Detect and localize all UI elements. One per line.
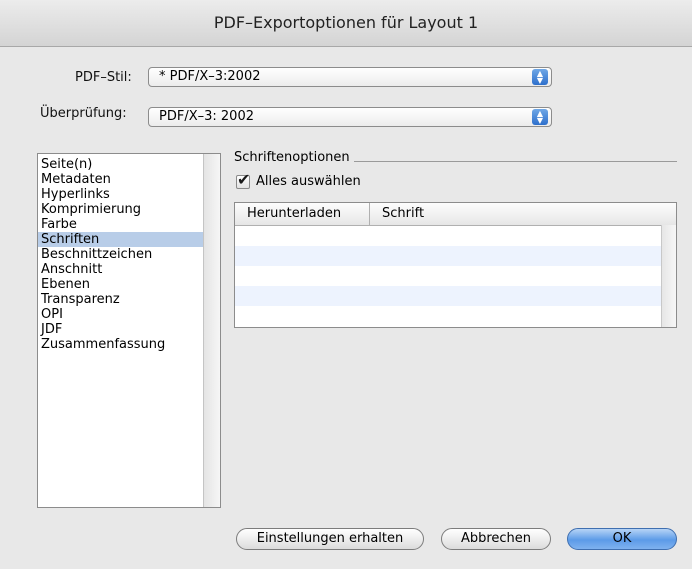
- check-label: Überprüfung:: [40, 106, 127, 121]
- sidebar-item-farbe[interactable]: Farbe: [38, 217, 203, 232]
- sidebar-item-transparenz[interactable]: Transparenz: [38, 292, 203, 307]
- pdf-export-dialog: PDF–Exportoptionen für Layout 1 PDF–Stil…: [0, 0, 692, 569]
- column-header-download[interactable]: Herunterladen: [235, 203, 370, 225]
- check-value: PDF/X–3: 2002: [159, 109, 254, 124]
- column-header-font[interactable]: Schrift: [370, 203, 660, 225]
- sidebar-item-metadaten[interactable]: Metadaten: [38, 172, 203, 187]
- sidebar-item-komprimierung[interactable]: Komprimierung: [38, 202, 203, 217]
- table-row: [235, 286, 676, 306]
- sidebar-item-schriften[interactable]: Schriften: [38, 232, 203, 247]
- category-list[interactable]: Seite(n) Metadaten Hyperlinks Komprimierung…: [37, 153, 221, 508]
- sidebar-item-opi[interactable]: OPI: [38, 307, 203, 322]
- fonts-group-title: Schriftenoptionen: [234, 150, 354, 165]
- keep-settings-button[interactable]: Einstellungen erhalten: [236, 528, 424, 550]
- sidebar-item-hyperlinks[interactable]: Hyperlinks: [38, 187, 203, 202]
- check-popup[interactable]: PDF/X–3: 2002 ▲ ▼: [148, 107, 552, 127]
- sidebar-item-beschnittzeichen[interactable]: Beschnittzeichen: [38, 247, 203, 262]
- table-row: [235, 306, 676, 326]
- table-row: [235, 266, 676, 286]
- pdf-style-value: * PDF/X–3:2002: [159, 69, 261, 84]
- category-list-scrollbar[interactable]: [203, 154, 220, 507]
- category-list-items: Seite(n) Metadaten Hyperlinks Komprimierung…: [38, 154, 220, 352]
- window-title: PDF–Exportoptionen für Layout 1: [0, 0, 692, 47]
- ok-button[interactable]: OK: [567, 528, 677, 550]
- checkmark-icon: ✔: [237, 169, 251, 189]
- table-row: [235, 246, 676, 266]
- select-all-checkbox[interactable]: ✔: [236, 170, 250, 189]
- sidebar-item-zusammenfassung[interactable]: Zusammenfassung: [38, 337, 203, 352]
- select-all-label: Alles auswählen: [256, 174, 361, 189]
- pdf-style-popup[interactable]: * PDF/X–3:2002 ▲ ▼: [148, 67, 552, 87]
- fonts-table-header: Herunterladen Schrift: [235, 203, 676, 226]
- fonts-table[interactable]: Herunterladen Schrift: [234, 202, 677, 328]
- select-all-row[interactable]: ✔ Alles auswählen: [236, 170, 361, 192]
- up-down-arrows-icon: ▲ ▼: [532, 69, 548, 85]
- sidebar-item-anschnitt[interactable]: Anschnitt: [38, 262, 203, 277]
- pdf-style-label: PDF–Stil:: [75, 70, 132, 85]
- up-down-arrows-icon: ▲ ▼: [532, 109, 548, 125]
- sidebar-item-ebenen[interactable]: Ebenen: [38, 277, 203, 292]
- sidebar-item-jdf[interactable]: JDF: [38, 322, 203, 337]
- fonts-table-scrollbar[interactable]: [661, 225, 676, 327]
- sidebar-item-seite-n[interactable]: Seite(n): [38, 157, 203, 172]
- cancel-button[interactable]: Abbrechen: [441, 528, 551, 550]
- table-row: [235, 226, 676, 246]
